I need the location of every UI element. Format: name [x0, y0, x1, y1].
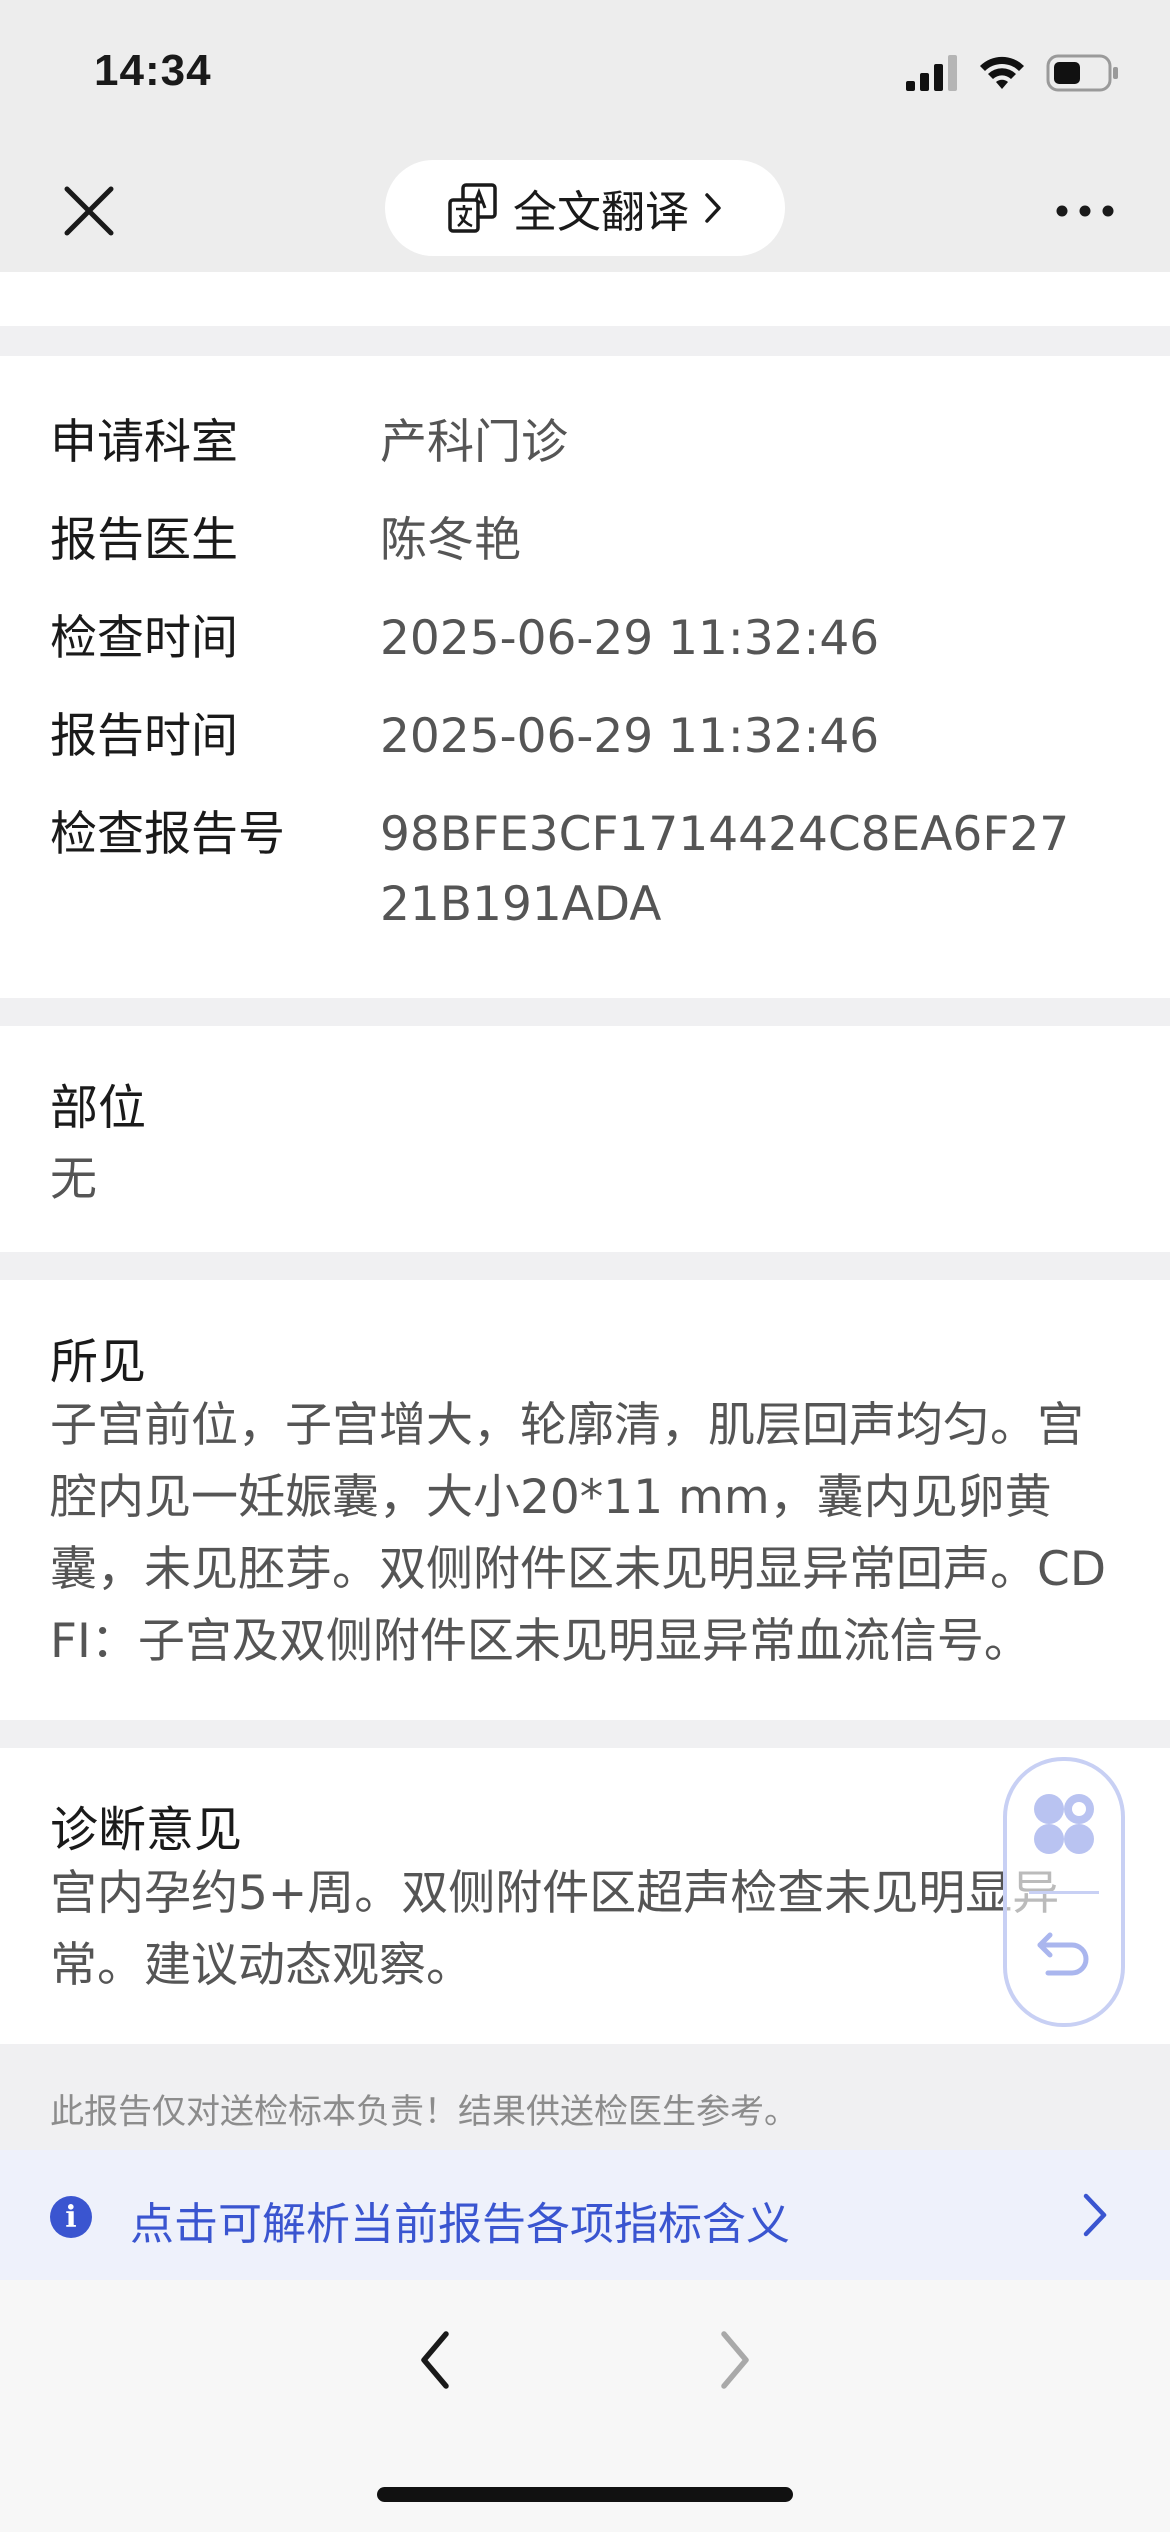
exam-time-label: 检查时间 [50, 611, 238, 666]
report-time-label: 报告时间 [50, 709, 238, 764]
diagnosis-body: 宫内孕约5+周。双侧附件区超声检查未见明显异常。建议动态观察。 [50, 1866, 1060, 1993]
full-translate-button[interactable]: 全文翻译 [385, 160, 785, 256]
status-time: 14:34 [94, 46, 212, 95]
top-strip [0, 272, 1170, 326]
back-arrow-icon[interactable] [400, 2320, 470, 2400]
doctor-value: 陈冬艳 [380, 513, 521, 568]
translate-label: 全文翻译 [513, 187, 689, 238]
report-info-card: 申请科室 产科门诊 报告医生 陈冬艳 检查时间 2025-06-29 11:32… [0, 356, 1170, 998]
chevron-right-icon [705, 193, 721, 223]
site-body: 无 [50, 1152, 97, 1207]
exam-time-value: 2025-06-29 11:32:46 [380, 611, 880, 666]
info-row-exam-time: 检查时间 2025-06-29 11:32:46 [50, 604, 1120, 674]
diagnosis-title: 诊断意见 [50, 1802, 243, 1858]
clover-icon [1034, 1794, 1094, 1854]
report-number-value: 98BFE3CF1714424C8EA6F2721B191ADA [380, 807, 1070, 932]
undo-icon[interactable] [1034, 1921, 1094, 1981]
report-time-value: 2025-06-29 11:32:46 [380, 709, 880, 764]
home-indicator[interactable] [377, 2487, 793, 2502]
wifi-icon [980, 56, 1024, 89]
widget-divider [1029, 1891, 1099, 1894]
doctor-label: 报告医生 [50, 513, 238, 568]
site-title: 部位 [50, 1080, 147, 1136]
close-button[interactable] [54, 176, 124, 246]
report-explain-link[interactable]: 点击可解析当前报告各项指标含义 [130, 2188, 790, 2252]
report-number-label: 检查报告号 [50, 807, 285, 862]
report-explain-hint-bar[interactable]: i 点击可解析当前报告各项指标含义 [0, 2150, 1170, 2280]
floating-assistant-widget[interactable] [1003, 1757, 1125, 2027]
nav-bar: 全文翻译 [0, 150, 1170, 272]
battery-icon [1046, 54, 1118, 92]
forward-arrow-icon[interactable] [700, 2320, 770, 2400]
findings-card: 所见 子宫前位，子宫增大，轮廓清，肌层回声均匀。宫腔内见一妊娠囊，大小20*11… [0, 1280, 1170, 1720]
info-row-doctor: 报告医生 陈冬艳 [50, 506, 1120, 576]
info-row-report-number: 检查报告号 98BFE3CF1714424C8EA6F2721B191ADA [50, 800, 1120, 940]
department-value: 产科门诊 [380, 415, 568, 470]
translate-icon [448, 183, 497, 233]
more-icon [1056, 205, 1114, 217]
more-button[interactable] [1040, 176, 1130, 246]
close-icon [64, 186, 114, 236]
disclaimer-text: 此报告仅对送检标本负责！结果供送检医生参考。 [50, 2092, 798, 2132]
site-card: 部位 无 [0, 1026, 1170, 1252]
status-icons [906, 50, 1120, 96]
status-bar: 14:34 [0, 0, 1170, 150]
findings-title: 所见 [50, 1334, 147, 1390]
department-label: 申请科室 [50, 415, 238, 470]
chevron-right-icon[interactable] [1070, 2190, 1120, 2240]
info-row-department: 申请科室 产科门诊 [50, 408, 1120, 478]
info-row-report-time: 报告时间 2025-06-29 11:32:46 [50, 702, 1120, 772]
info-icon: i [50, 2196, 92, 2238]
signal-icon [906, 55, 957, 91]
diagnosis-card: 诊断意见 宫内孕约5+周。双侧附件区超声检查未见明显异常。建议动态观察。 [0, 1748, 1170, 2044]
findings-body: 子宫前位，子宫增大，轮廓清，肌层回声均匀。宫腔内见一妊娠囊，大小20*11 mm… [50, 1398, 1107, 1669]
